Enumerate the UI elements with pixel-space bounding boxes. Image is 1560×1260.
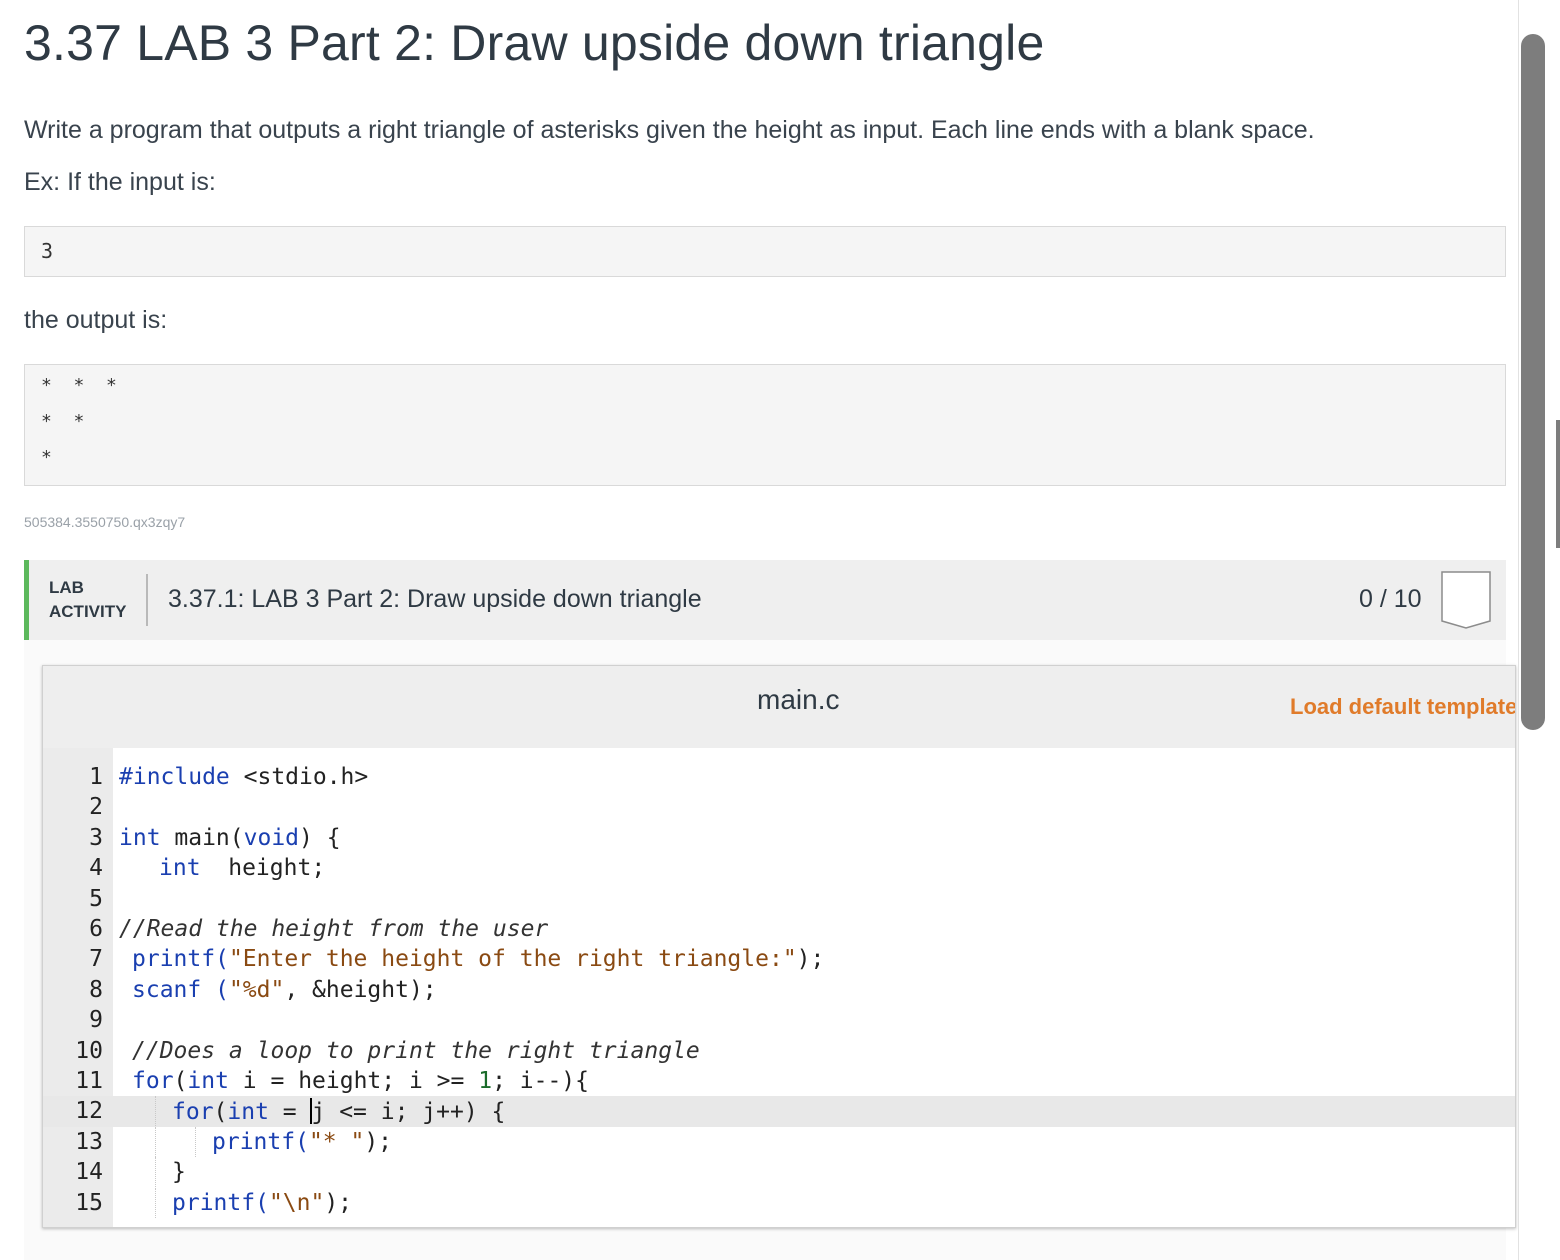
score-badge-icon	[1441, 571, 1491, 629]
page-scrollbar-thumb[interactable]	[1521, 34, 1545, 730]
line-number: 2	[89, 794, 103, 821]
code-token: #include	[119, 764, 230, 790]
code-editor[interactable]: main.c Load default template... 1 #inclu…	[42, 665, 1516, 1228]
code-token: int	[187, 1068, 229, 1094]
code-token: );	[364, 1128, 393, 1155]
code-token: height;	[200, 855, 326, 882]
code-token: (	[173, 1068, 188, 1094]
code-line[interactable]: 4 int height;	[43, 853, 1515, 883]
code-line[interactable]: 11 for(int i = height; i >= 1; i--){	[43, 1066, 1515, 1096]
indent-guide	[155, 1096, 157, 1127]
page-title: 3.37 LAB 3 Part 2: Draw upside down tria…	[24, 15, 1045, 71]
header-divider	[146, 574, 148, 626]
code-token: printf(	[212, 1128, 309, 1155]
code-token: int	[159, 855, 201, 882]
line-number: 15	[75, 1189, 103, 1216]
load-default-template-link[interactable]: Load default template...	[1290, 694, 1515, 720]
line-number: 7	[89, 946, 103, 973]
code-line[interactable]: 6 //Read the height from the user	[43, 914, 1515, 944]
code-line[interactable]: 5	[43, 884, 1515, 914]
code-line[interactable]: 15 printf("\n");	[43, 1187, 1515, 1218]
code-number: 1	[478, 1068, 493, 1094]
line-number: 13	[75, 1128, 103, 1155]
lab-tag-line: LAB	[49, 578, 84, 597]
example-input-value: 3	[41, 239, 54, 263]
line-number: 11	[75, 1068, 103, 1094]
code-token: j <= i; j++) {	[311, 1099, 506, 1126]
line-number: 14	[75, 1159, 103, 1186]
code-line[interactable]: 10 //Does a loop to print the right tria…	[43, 1036, 1515, 1066]
line-number: 6	[89, 916, 103, 942]
code-token: i = height; i >=	[228, 1068, 479, 1094]
example-output-line: * * *	[41, 375, 117, 396]
line-number: 10	[75, 1037, 103, 1064]
code-string: "%d"	[228, 976, 285, 1003]
line-number: 8	[89, 976, 103, 1003]
lab-activity-title: 3.37.1: LAB 3 Part 2: Draw upside down t…	[168, 585, 702, 613]
code-comment: //Does a loop to print the right triangl…	[132, 1037, 700, 1064]
code-token: }	[172, 1159, 186, 1186]
code-token: int	[119, 824, 161, 851]
code-token: <stdio.h>	[229, 764, 369, 790]
code-token: scanf (	[132, 976, 229, 1003]
code-token: for	[172, 1099, 214, 1126]
lab-activity-header: LAB ACTIVITY 3.37.1: LAB 3 Part 2: Draw …	[24, 560, 1506, 640]
lab-activity-tag: LAB ACTIVITY	[49, 576, 149, 624]
code-token: main(	[160, 824, 244, 851]
indent-guide	[155, 1187, 157, 1218]
example-input-box: 3	[24, 226, 1506, 277]
code-token: );	[324, 1189, 353, 1216]
indent-guide	[155, 1126, 157, 1157]
code-string: "Enter the height of the right triangle:…	[228, 946, 797, 973]
code-line-active[interactable]: 12 for(int = j <= i; j++) {	[43, 1096, 1515, 1127]
example-output-box: * * * * * *	[24, 364, 1506, 486]
code-token: printf(	[132, 946, 229, 973]
file-name: main.c	[757, 684, 840, 715]
example-output-line: *	[41, 447, 52, 468]
line-number: 12	[75, 1098, 103, 1125]
editor-toolbar: main.c Load default template...	[43, 666, 1515, 748]
line-number: 9	[89, 1007, 103, 1034]
example-output-line: * *	[41, 411, 85, 432]
code-token: =	[268, 1099, 311, 1126]
code-token: printf(	[172, 1189, 269, 1216]
line-number: 4	[89, 855, 103, 882]
output-intro: the output is:	[24, 306, 168, 334]
code-line[interactable]: 14 }	[43, 1157, 1515, 1188]
scrollbar-edge-handle[interactable]	[1556, 420, 1560, 548]
line-number: 5	[89, 885, 103, 912]
lab-score: 0 / 10	[1359, 585, 1422, 613]
code-line[interactable]: 3 int main(void) {	[43, 823, 1515, 853]
code-token: for	[132, 1068, 174, 1094]
code-comment: //Read the height from the user	[119, 916, 549, 942]
indent-guide	[195, 1126, 197, 1157]
code-token: int	[227, 1099, 269, 1126]
code-token: ) {	[299, 824, 341, 851]
lab-tag-line: ACTIVITY	[49, 602, 127, 621]
code-area[interactable]: 1 #include <stdio.h> 2 3 int main(void) …	[43, 748, 1515, 1227]
content-id: 505384.3550750.qx3zqy7	[24, 514, 186, 530]
code-line[interactable]: 8 scanf ("%d", &height);	[43, 975, 1515, 1005]
code-string: "* "	[308, 1128, 365, 1155]
code-line[interactable]: 7 printf("Enter the height of the right …	[43, 944, 1515, 974]
code-line[interactable]: 1 #include <stdio.h>	[43, 762, 1515, 792]
code-token: );	[796, 946, 825, 973]
line-number: 3	[89, 824, 103, 851]
code-token: (	[213, 1099, 228, 1126]
indent-guide	[155, 1157, 157, 1188]
code-line[interactable]: 9	[43, 1005, 1515, 1035]
example-intro: Ex: If the input is:	[24, 168, 216, 196]
description-text: Write a program that outputs a right tri…	[24, 116, 1315, 144]
code-line[interactable]: 2	[43, 792, 1515, 822]
code-line[interactable]: 13 printf("* ");	[43, 1126, 1515, 1157]
code-token: ; i--){	[492, 1068, 589, 1094]
code-token: void	[243, 824, 300, 851]
line-number: 1	[89, 764, 103, 790]
code-token: , &height);	[284, 976, 437, 1003]
code-string: "\n"	[268, 1189, 325, 1216]
